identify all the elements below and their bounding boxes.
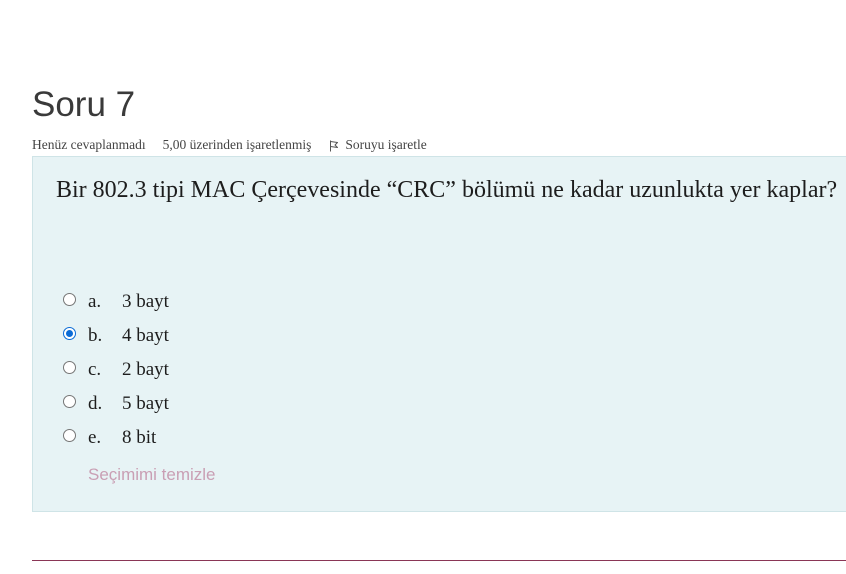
- divider: [32, 560, 846, 561]
- answer-option-d[interactable]: d. 5 bayt: [63, 387, 169, 421]
- answer-letter: d.: [88, 393, 103, 414]
- answer-radio-d[interactable]: [63, 394, 76, 408]
- question-content-box: Bir 802.3 tipi MAC Çerçevesinde “CRC” bö…: [32, 156, 846, 512]
- question-info: Henüz cevaplanmadı 5,00 üzerinden işaret…: [32, 136, 427, 154]
- flag-question-label: Soruyu işaretle: [345, 137, 427, 152]
- answer-label: 2 bayt: [122, 359, 169, 380]
- answer-label: 5 bayt: [122, 393, 169, 414]
- answer-option-b[interactable]: b. 4 bayt: [63, 319, 169, 353]
- answer-radio-a[interactable]: [63, 292, 76, 306]
- answer-option-c[interactable]: c. 2 bayt: [63, 353, 169, 387]
- question-title: Soru 7: [32, 85, 136, 124]
- answer-label: 8 bit: [122, 427, 157, 448]
- answer-option-a[interactable]: a. 3 bayt: [63, 285, 169, 319]
- answer-option-e[interactable]: e. 8 bit: [63, 421, 169, 455]
- answer-radio-e[interactable]: [63, 428, 76, 442]
- answer-radio-c[interactable]: [63, 360, 76, 374]
- question-state: Henüz cevaplanmadı: [32, 137, 146, 152]
- answer-letter: e.: [88, 427, 102, 448]
- answer-letter: b.: [88, 325, 103, 346]
- answer-label: 4 bayt: [122, 325, 169, 346]
- flag-icon: [329, 140, 339, 152]
- answer-letter: c.: [88, 359, 102, 380]
- question-text: Bir 802.3 tipi MAC Çerçevesinde “CRC” bö…: [56, 177, 838, 203]
- clear-choice-link[interactable]: Seçimimi temizle: [88, 465, 216, 485]
- answer-letter: a.: [88, 291, 102, 312]
- question-grade: 5,00 üzerinden işaretlenmiş: [162, 137, 312, 152]
- answer-label: 3 bayt: [122, 291, 169, 312]
- answer-list: a. 3 bayt b. 4 bayt c. 2 bayt d. 5 bayt …: [63, 285, 169, 455]
- answer-radio-b[interactable]: [63, 326, 76, 340]
- flag-question-link[interactable]: Soruyu işaretle: [329, 137, 427, 153]
